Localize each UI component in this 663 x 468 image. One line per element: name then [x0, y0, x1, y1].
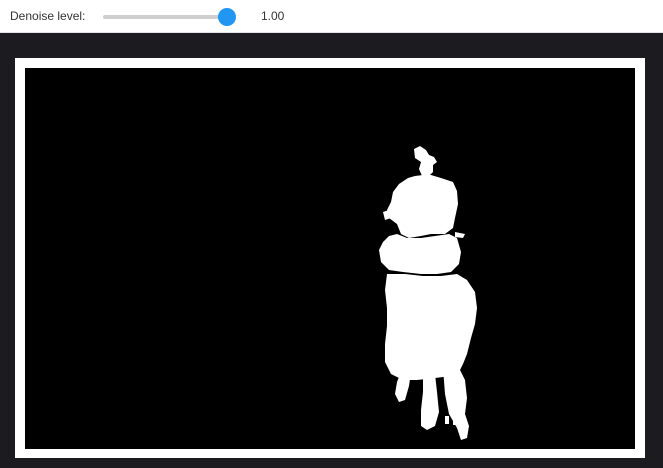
- denoise-slider[interactable]: [103, 8, 236, 26]
- image-viewer: [0, 33, 663, 468]
- mask-image: [25, 68, 635, 449]
- slider-track[interactable]: [103, 15, 227, 19]
- image-frame: [15, 58, 645, 458]
- toolbar: Denoise level: 1.00: [0, 0, 663, 33]
- denoise-value: 1.00: [261, 9, 285, 23]
- denoise-label: Denoise level:: [10, 9, 86, 23]
- slider-thumb[interactable]: [218, 8, 236, 26]
- rider-silhouette: [379, 146, 477, 440]
